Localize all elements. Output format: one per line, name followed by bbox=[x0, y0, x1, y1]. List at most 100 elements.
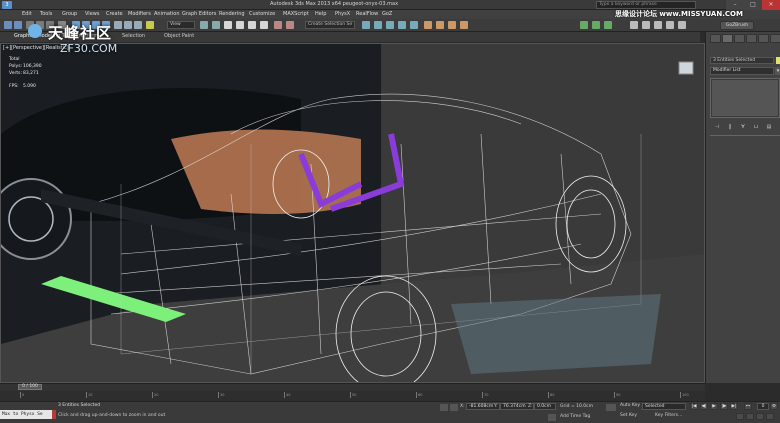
render-setup-icon[interactable] bbox=[436, 21, 444, 29]
percent-snap-icon[interactable] bbox=[248, 21, 256, 29]
max-logo-icon[interactable]: 3 bbox=[2, 1, 12, 9]
time-slider-thumb[interactable]: 0 / 100 bbox=[18, 384, 42, 390]
orbit-icon[interactable] bbox=[766, 413, 774, 420]
previous-frame-icon[interactable]: ◀| bbox=[700, 403, 708, 410]
maximize-button[interactable]: □ bbox=[744, 0, 762, 10]
modifier-stack[interactable] bbox=[710, 78, 780, 118]
current-frame-field[interactable]: 0 bbox=[757, 403, 769, 410]
zoom-icon[interactable] bbox=[736, 413, 744, 420]
physx-simulate-icon[interactable] bbox=[604, 21, 612, 29]
menu-customize[interactable]: Customize bbox=[249, 11, 275, 17]
graphite-toggle-icon[interactable] bbox=[386, 21, 394, 29]
undo-icon[interactable] bbox=[4, 21, 12, 29]
scale-icon[interactable] bbox=[134, 21, 142, 29]
menu-animation[interactable]: Animation bbox=[154, 11, 180, 17]
car-model-render[interactable] bbox=[1, 44, 705, 383]
modifier-list-dropdown[interactable]: Modifier List bbox=[710, 67, 774, 75]
goz-import-icon[interactable] bbox=[654, 21, 662, 29]
menu-maxscript[interactable]: MAXScript bbox=[283, 11, 309, 17]
maxscript-listener-field[interactable]: Max to Physx Se bbox=[0, 410, 52, 419]
absolute-mode-icon[interactable] bbox=[450, 404, 458, 411]
motion-tab-icon[interactable] bbox=[746, 34, 757, 43]
move-icon[interactable] bbox=[114, 21, 122, 29]
selection-name-field[interactable]: 3 Entities Selected bbox=[710, 57, 774, 64]
time-config-icon[interactable]: ⚙ bbox=[770, 403, 778, 410]
viewcube-icon[interactable] bbox=[678, 61, 694, 75]
set-key-button[interactable]: Set Key bbox=[620, 413, 637, 418]
gozbrush-button[interactable]: GoZBrush bbox=[720, 21, 754, 30]
remove-modifier-icon[interactable]: ⊔ bbox=[751, 123, 761, 131]
tab-selection[interactable]: Selection bbox=[122, 33, 145, 39]
spinner-snap-icon[interactable] bbox=[260, 21, 268, 29]
key-icon[interactable] bbox=[606, 404, 616, 411]
curve-editor-icon[interactable] bbox=[398, 21, 406, 29]
pivot-center-icon[interactable] bbox=[200, 21, 208, 29]
auto-key-button[interactable]: Auto Key bbox=[620, 403, 640, 408]
menu-create[interactable]: Create bbox=[106, 11, 123, 17]
menu-edit[interactable]: Edit bbox=[22, 11, 32, 17]
tab-object-paint[interactable]: Object Paint bbox=[164, 33, 194, 39]
menu-help[interactable]: Help bbox=[315, 11, 326, 17]
modify-tab-icon[interactable] bbox=[722, 34, 733, 43]
menu-rendering[interactable]: Rendering bbox=[219, 11, 245, 17]
realflow-icon[interactable] bbox=[580, 21, 588, 29]
modifier-stack-area[interactable] bbox=[712, 80, 778, 116]
display-tab-icon[interactable] bbox=[758, 34, 769, 43]
align-icon[interactable] bbox=[362, 21, 370, 29]
menu-tools[interactable]: Tools bbox=[40, 11, 52, 17]
go-to-start-icon[interactable]: |◀ bbox=[690, 403, 698, 410]
reference-coordinate-dropdown[interactable]: View bbox=[167, 21, 195, 29]
time-tag-icon[interactable] bbox=[548, 414, 556, 421]
render-production-icon[interactable] bbox=[460, 21, 468, 29]
show-end-result-icon[interactable]: ‖ bbox=[725, 123, 735, 131]
make-unique-icon[interactable]: ∀ bbox=[738, 123, 748, 131]
search-input[interactable]: Type a keyword or phrase bbox=[596, 1, 696, 9]
menu-graph-editors[interactable]: Graph Editors bbox=[182, 11, 216, 17]
next-frame-icon[interactable]: |▶ bbox=[720, 403, 728, 410]
lock-selection-icon[interactable] bbox=[440, 404, 448, 411]
manipulate-icon[interactable] bbox=[212, 21, 220, 29]
viewport-label[interactable]: [+][Perspective][Realistic] bbox=[3, 45, 69, 51]
physx-icon[interactable] bbox=[592, 21, 600, 29]
goz-export-icon[interactable] bbox=[666, 21, 674, 29]
material-editor-icon[interactable] bbox=[424, 21, 432, 29]
menu-modifiers[interactable]: Modifiers bbox=[128, 11, 151, 17]
object-color-swatch[interactable] bbox=[776, 57, 780, 64]
key-selection-dropdown[interactable]: Selected bbox=[642, 403, 686, 410]
time-slider[interactable] bbox=[0, 383, 705, 391]
configure-sets-icon[interactable]: ▤ bbox=[764, 123, 774, 131]
menu-realflow[interactable]: RealFlow bbox=[356, 11, 378, 17]
play-icon[interactable]: ▶ bbox=[710, 403, 718, 410]
goz-options-icon[interactable] bbox=[678, 21, 686, 29]
layer-manager-icon[interactable] bbox=[374, 21, 382, 29]
hierarchy-tab-icon[interactable] bbox=[734, 34, 745, 43]
key-mode-icon[interactable]: ⊷ bbox=[744, 403, 752, 410]
create-tab-icon[interactable] bbox=[710, 34, 721, 43]
schematic-view-icon[interactable] bbox=[410, 21, 418, 29]
perspective-viewport[interactable]: [+][Perspective][Realistic] Total Polys:… bbox=[0, 43, 705, 383]
mirror-icon[interactable] bbox=[286, 21, 294, 29]
add-time-tag-button[interactable]: Add Time Tag bbox=[560, 414, 590, 419]
pan-icon[interactable] bbox=[756, 413, 764, 420]
key-filters-button[interactable]: Key Filters... bbox=[655, 413, 682, 418]
edit-named-selection-icon[interactable] bbox=[274, 21, 282, 29]
menu-group[interactable]: Group bbox=[62, 11, 77, 17]
pin-stack-icon[interactable]: ⊣ bbox=[712, 123, 722, 131]
angle-snap-icon[interactable] bbox=[236, 21, 244, 29]
menu-views[interactable]: Views bbox=[85, 11, 99, 17]
chevron-down-icon[interactable]: ▾ bbox=[775, 67, 780, 75]
rendered-frame-icon[interactable] bbox=[448, 21, 456, 29]
menu-goz[interactable]: GoZ bbox=[382, 11, 392, 17]
redo-icon[interactable] bbox=[14, 21, 22, 29]
utilities-tab-icon[interactable] bbox=[770, 34, 780, 43]
named-selection-set-field[interactable]: Create Selection Se bbox=[305, 21, 355, 29]
goz-settings-icon[interactable] bbox=[642, 21, 650, 29]
z-coordinate-field[interactable]: 0.0cm bbox=[534, 403, 556, 410]
zoom-all-icon[interactable] bbox=[746, 413, 754, 420]
track-bar[interactable]: 0 10 20 30 40 50 60 70 80 90 100 bbox=[0, 391, 705, 401]
go-to-end-icon[interactable]: ▶| bbox=[730, 403, 738, 410]
close-button[interactable]: ✕ bbox=[762, 0, 780, 10]
rotate-icon[interactable] bbox=[124, 21, 132, 29]
goz-icon[interactable] bbox=[630, 21, 638, 29]
reference-coordinate-icon[interactable] bbox=[146, 21, 154, 29]
